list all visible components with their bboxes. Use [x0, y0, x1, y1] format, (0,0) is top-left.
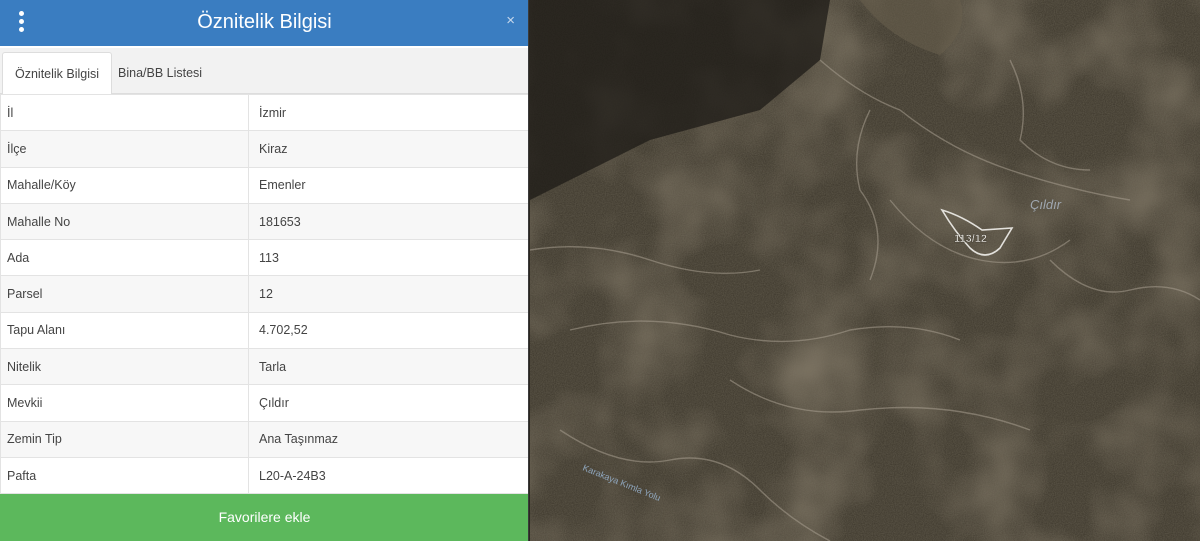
attribute-value: 4.702,52: [248, 311, 528, 350]
attribute-value: Ana Taşınmaz: [248, 420, 528, 458]
attribute-row: İlçe Kiraz: [0, 130, 528, 168]
map-canvas[interactable]: 113/12 Çıldır Karakaya Kımla Yolu: [530, 0, 1200, 541]
tab-bar: Öznitelik Bilgisi Bina/BB Listesi: [0, 48, 528, 95]
tab-building-list[interactable]: Bina/BB Listesi: [106, 52, 214, 94]
attribute-row: Mahalle/Köy Emenler: [0, 166, 528, 204]
attribute-row: İl İzmir: [0, 93, 528, 132]
attribute-value: Emenler: [248, 166, 528, 204]
attribute-row: Ada 113: [0, 239, 528, 277]
attribute-key: Ada: [0, 239, 249, 277]
attribute-value: 181653: [248, 202, 528, 241]
attribute-key: Mahalle/Köy: [0, 166, 249, 204]
attribute-key: Pafta: [0, 456, 249, 495]
attribute-value: L20-A-24B3: [248, 456, 528, 495]
attribute-value: Kiraz: [248, 130, 528, 168]
attribute-row: Tapu Alanı 4.702,52: [0, 311, 528, 350]
attribute-value: 113: [248, 239, 528, 277]
attribute-value: İzmir: [248, 93, 528, 132]
satellite-map[interactable]: 113/12 Çıldır Karakaya Kımla Yolu: [530, 0, 1200, 541]
close-icon[interactable]: ×: [506, 12, 515, 29]
attribute-key: Mevkii: [0, 384, 249, 422]
attribute-key: Nitelik: [0, 348, 249, 386]
attribute-key: Mahalle No: [0, 202, 249, 241]
attribute-value: Tarla: [248, 348, 528, 386]
attribute-value: 12: [248, 275, 528, 313]
panel-title: Öznitelik Bilgisi: [197, 11, 332, 33]
panel-header: Öznitelik Bilgisi ×: [0, 0, 528, 46]
tab-attribute-info[interactable]: Öznitelik Bilgisi: [2, 52, 113, 95]
attribute-key: İlçe: [0, 130, 249, 168]
parcel-label: 113/12: [954, 233, 987, 245]
attribute-value: Çıldır: [248, 384, 528, 422]
attribute-row: Parsel 12: [0, 275, 528, 313]
attribute-key: Parsel: [0, 275, 249, 313]
attribute-table: İl İzmir İlçe Kiraz Mahalle/Köy Emenler Mahall…: [0, 93, 528, 495]
place-label: Çıldır: [1030, 197, 1062, 212]
attribute-row: Pafta L20-A-24B3: [0, 456, 528, 495]
add-to-favorites-button[interactable]: Favorilere ekle: [0, 494, 528, 541]
attribute-key: İl: [0, 93, 249, 132]
attribute-row: Mevkii Çıldır: [0, 384, 528, 422]
attribute-key: Tapu Alanı: [0, 311, 249, 350]
attribute-row: Nitelik Tarla: [0, 348, 528, 386]
attribute-row: Mahalle No 181653: [0, 202, 528, 241]
attribute-key: Zemin Tip: [0, 420, 249, 458]
attribute-row: Zemin Tip Ana Taşınmaz: [0, 420, 528, 458]
attribute-panel: Öznitelik Bilgisi × Öznitelik Bilgisi Bi…: [0, 0, 529, 541]
